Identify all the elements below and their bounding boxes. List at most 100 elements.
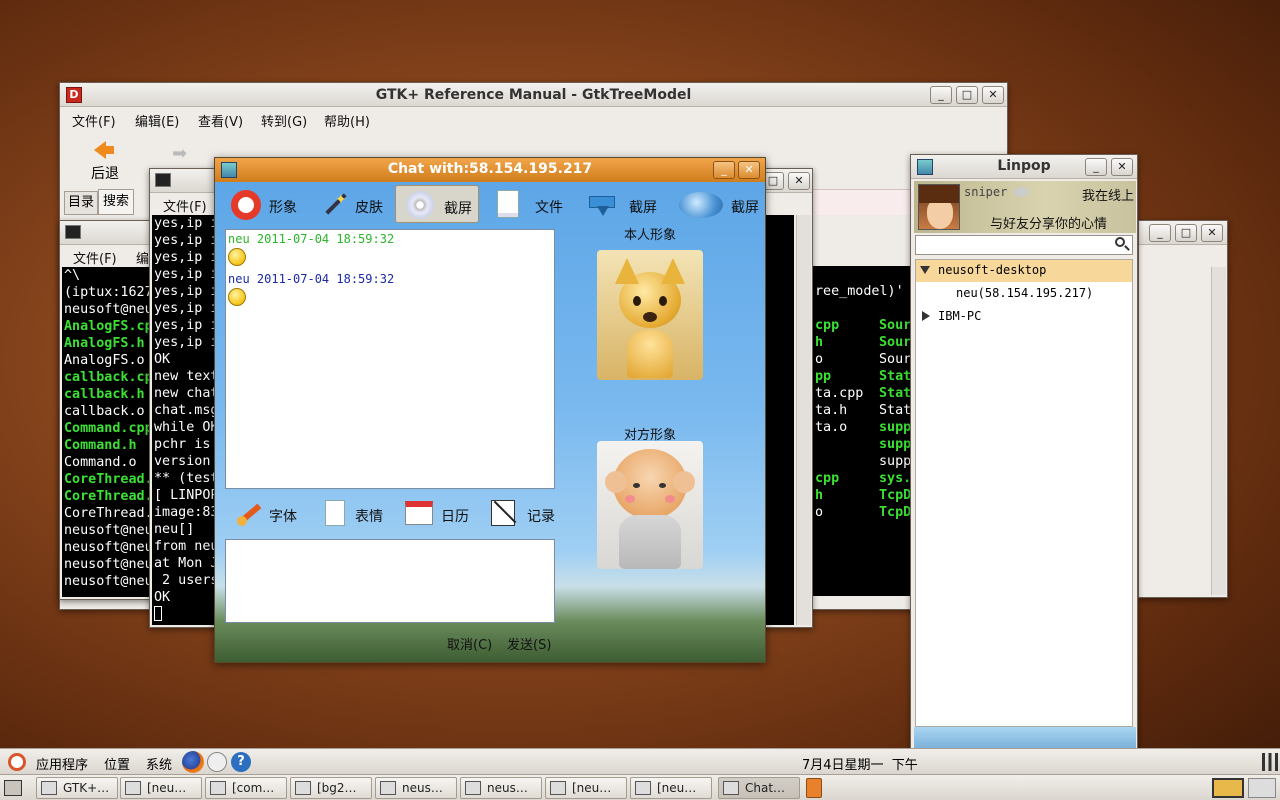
group-name: IBM-PC [938, 309, 982, 323]
minimize-button[interactable]: _ [930, 86, 952, 104]
menu-edit[interactable]: 编 [136, 248, 149, 267]
tab-contents[interactable]: 目录 [64, 191, 98, 215]
contact-item[interactable]: neu(58.154.195.217) [956, 286, 1093, 300]
forward-arrow-icon[interactable]: ➡ [172, 143, 192, 164]
document-icon [497, 190, 519, 218]
notepad-icon [491, 500, 517, 526]
status-text[interactable]: 我在线上 [1082, 185, 1134, 204]
menu-file[interactable]: 文件(F) [73, 248, 117, 267]
mail-icon[interactable] [207, 752, 227, 772]
applications-menu[interactable]: 应用程序 [36, 754, 88, 773]
calendar-tool-button[interactable]: 日历 [401, 498, 481, 530]
file-tool-button[interactable]: 文件 [491, 186, 567, 222]
maximize-button[interactable]: □ [1175, 224, 1197, 242]
taskbar-item[interactable]: [bg2… [290, 777, 372, 799]
close-button[interactable]: ✕ [1201, 224, 1223, 242]
font-tool-button[interactable]: 字体 [231, 498, 311, 530]
magic-wand-icon: ✦ [321, 192, 347, 216]
taskbar-item-label: GTK+… [63, 781, 110, 795]
taskbar-item[interactable]: [neu… [545, 777, 627, 799]
terminal-mid-scrollbar[interactable] [796, 215, 811, 625]
menu-view[interactable]: 查看(V) [198, 111, 243, 130]
taskbar-item[interactable]: [neu… [120, 777, 202, 799]
menu-file[interactable]: 文件(F) [163, 196, 207, 215]
terminal-right-scrollbar[interactable] [1211, 267, 1226, 595]
taskbar-item[interactable]: GTK+… [36, 777, 118, 799]
skin-tool-button[interactable]: ✦ 皮肤 [315, 186, 391, 222]
send-button[interactable]: 发送(S) [507, 634, 551, 653]
ubuntu-logo-icon[interactable] [8, 753, 26, 771]
peer-avatar-image [597, 441, 703, 569]
tab-search[interactable]: 搜索 [98, 189, 134, 215]
help-icon[interactable]: ? [231, 752, 251, 772]
tool-label: 日历 [441, 509, 469, 525]
username: sniper [964, 185, 1008, 199]
close-button[interactable]: ✕ [788, 172, 810, 190]
terminal-right-output[interactable]: ree_model)' cpp h o pp ta.cpp ta.h ta.o cpp h o … [813, 266, 911, 596]
screenshot2-tool-button[interactable]: 截屏 [581, 186, 661, 222]
menu-edit[interactable]: 编辑(E) [135, 111, 179, 130]
avatar[interactable] [918, 184, 960, 230]
terminal-right-titlebar: _ □ ✕ [1139, 221, 1227, 245]
terminal-line: Stat [879, 369, 911, 384]
taskbar-item[interactable]: neus… [460, 777, 542, 799]
close-button[interactable]: ✕ [982, 86, 1004, 104]
terminal-line: supp [879, 420, 911, 435]
self-avatar-image [597, 250, 703, 380]
screenshot-tool-button[interactable]: 截屏 [395, 185, 479, 223]
screenshot3-tool-button[interactable]: 截屏 [677, 186, 763, 222]
tool-label: 表情 [355, 509, 383, 525]
tool-label: 字体 [269, 509, 297, 525]
workspace-switcher[interactable] [1212, 778, 1244, 798]
taskbar-item[interactable]: Chat… [718, 777, 800, 799]
group-name: neusoft-desktop [938, 263, 1047, 277]
cancel-button[interactable]: 取消(C) [447, 634, 492, 653]
terminal-line: supp [879, 454, 911, 469]
signature[interactable]: 与好友分享你的心情 [990, 213, 1107, 232]
menu-help[interactable]: 帮助(H) [324, 111, 370, 130]
history-tool-button[interactable]: 记录 [487, 498, 567, 530]
search-input[interactable] [915, 235, 1133, 255]
emoticon-tool-button[interactable]: 表情 [319, 498, 399, 530]
expanded-triangle-icon [920, 266, 930, 274]
taskbar-item[interactable]: [neu… [630, 777, 712, 799]
places-menu[interactable]: 位置 [104, 754, 130, 773]
collapsed-triangle-icon [922, 311, 930, 321]
search-icon[interactable] [1115, 237, 1130, 251]
network-icon[interactable] [1262, 753, 1278, 771]
taskbar-item[interactable]: neus… [375, 777, 457, 799]
workspace-switcher-b[interactable] [1248, 778, 1276, 798]
show-desktop-icon[interactable] [4, 780, 22, 796]
firefox-icon[interactable] [182, 751, 204, 773]
gtk-manual-titlebar: D GTK+ Reference Manual - GtkTreeModel _… [60, 83, 1007, 107]
message-list: neu 2011-07-04 18:59:32 neu 2011-07-04 18… [226, 232, 554, 312]
group-row[interactable]: IBM-PC [916, 306, 1132, 328]
side-tabs: 目录 搜索 [64, 189, 134, 215]
close-button[interactable]: ✕ [1111, 158, 1133, 176]
minimize-button[interactable]: _ [1085, 158, 1107, 176]
message-header: neu 2011-07-04 18:59:32 [228, 272, 395, 286]
minimize-button[interactable]: _ [713, 161, 735, 179]
avatar-tool-button[interactable]: 形象 [227, 186, 303, 222]
close-button[interactable]: ✕ [738, 161, 760, 179]
message-item: neu 2011-07-04 18:59:32 [226, 272, 554, 312]
emoticon-page-icon [325, 500, 345, 526]
maximize-button[interactable]: □ [956, 86, 978, 104]
toolbar-label: 文件 [535, 200, 563, 216]
taskbar-item[interactable]: [com… [205, 777, 287, 799]
message-history[interactable]: neu 2011-07-04 18:59:32 neu 2011-07-04 18… [225, 229, 555, 489]
window-icon [295, 781, 311, 795]
clock[interactable]: 7月4日星期一 下午 [802, 754, 918, 773]
menu-file[interactable]: 文件(F) [72, 111, 116, 130]
toolbar-label: 形象 [269, 200, 297, 216]
message-input[interactable] [225, 539, 555, 623]
terminal-icon [65, 225, 81, 239]
system-menu[interactable]: 系统 [146, 754, 172, 773]
message-item: neu 2011-07-04 18:59:32 [226, 232, 554, 272]
terminal-line: Stat [879, 386, 911, 401]
trash-icon[interactable] [806, 778, 822, 798]
menu-go[interactable]: 转到(G) [261, 111, 307, 130]
back-button[interactable]: 后退 [78, 139, 132, 182]
group-row[interactable]: neusoft-desktop [916, 260, 1132, 282]
minimize-button[interactable]: _ [1149, 224, 1171, 242]
